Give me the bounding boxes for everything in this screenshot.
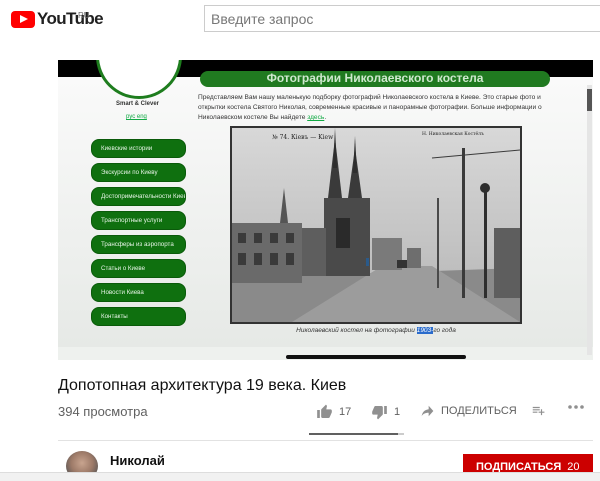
play-logo-icon xyxy=(11,10,35,28)
photo-label-right: Н. Николаевская Костёлъ xyxy=(422,132,484,137)
site-menu-item: Контакты xyxy=(91,307,186,326)
caption-text-end: го года xyxy=(433,327,456,334)
site-menu-item: Статьи о Киеве xyxy=(91,259,186,278)
site-scrollbar xyxy=(587,85,592,355)
bottom-bar xyxy=(0,472,600,481)
thumbs-down-icon xyxy=(371,404,388,420)
thumbs-up-icon xyxy=(316,404,333,420)
sentiment-bar xyxy=(309,433,404,435)
historic-photo: № 74. Кiевъ — Kiew Н. Николаевская Костё… xyxy=(230,126,522,324)
sentiment-bar-likes xyxy=(309,433,399,435)
site-menu-item: Трансферы из аэропорта xyxy=(91,235,186,254)
photo-caption: Николаевский костел на фотографии 1903-г… xyxy=(231,327,521,334)
logo-region-code: RU xyxy=(78,11,90,20)
like-button[interactable]: 17 xyxy=(316,404,351,420)
site-menu-item: Достопримечательности Киева xyxy=(91,187,186,206)
caption-text: Николаевский костел на фотографии xyxy=(296,327,417,334)
channel-name[interactable]: Николай xyxy=(110,453,165,468)
logo-text: YouTube xyxy=(37,9,104,28)
frame-bottom-bar xyxy=(286,355,466,359)
church-photo-illustration xyxy=(232,128,520,322)
share-icon xyxy=(420,404,435,418)
photo-label-left: № 74. Кiевъ — Kiew xyxy=(272,134,334,141)
video-player[interactable]: Smart & Clever рус eng Фотографии Никола… xyxy=(58,60,593,360)
more-actions-button[interactable] xyxy=(568,404,584,410)
site-menu-item: Экскурсии по Киеву xyxy=(91,163,186,182)
dislike-button[interactable]: 1 xyxy=(371,404,400,420)
site-intro-link: здесь xyxy=(307,114,325,121)
view-count: 394 просмотра xyxy=(58,404,148,419)
video-title: Допотопная архитектура 19 века. Киев xyxy=(58,377,347,394)
caption-highlight: 1903- xyxy=(416,327,434,334)
site-menu: Киевские истории Экскурсии по Киеву Дост… xyxy=(91,139,186,331)
search-input[interactable] xyxy=(204,5,600,32)
save-to-playlist-button[interactable] xyxy=(530,404,546,418)
site-banner: Фотографии Николаевского костела xyxy=(200,71,550,87)
more-horizontal-icon xyxy=(568,404,584,410)
site-menu-item: Киевские истории xyxy=(91,139,186,158)
site-intro-body: Представляем Вам нашу маленькую подборку… xyxy=(198,94,542,121)
site-slogan: Smart & Clever xyxy=(116,101,160,107)
site-menu-item: Новости Киева xyxy=(91,283,186,302)
masthead: YouTube RU xyxy=(0,0,600,38)
section-divider xyxy=(58,440,593,441)
site-scrollbar-thumb xyxy=(587,89,592,111)
dislike-count: 1 xyxy=(394,406,401,418)
like-count: 17 xyxy=(339,406,352,418)
share-label: ПОДЕЛИТЬСЯ xyxy=(441,405,517,417)
video-frame: Smart & Clever рус eng Фотографии Никола… xyxy=(58,60,593,360)
site-intro-text: Представляем Вам нашу маленькую подборку… xyxy=(198,94,542,121)
site-language-links: рус eng xyxy=(126,114,147,120)
site-menu-item: Транспортные услуги xyxy=(91,211,186,230)
playlist-add-icon xyxy=(530,404,546,418)
share-button[interactable]: ПОДЕЛИТЬСЯ xyxy=(420,404,517,418)
